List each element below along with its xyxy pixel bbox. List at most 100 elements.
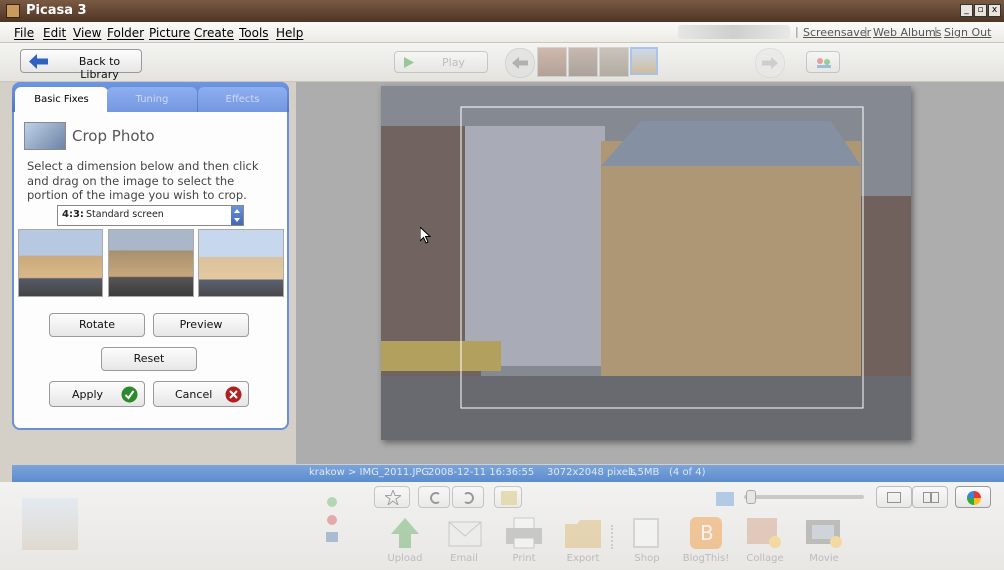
email-icon <box>448 521 482 547</box>
blogthis-button[interactable]: B <box>686 516 726 550</box>
window-title: Picasa 3 <box>26 3 87 18</box>
shop-label: Shop <box>634 553 660 564</box>
photo-info-bar: krakow > IMG_2011.JPG 2008-12-11 16:36:5… <box>12 465 1004 482</box>
screensaver-link[interactable]: Screensaver <box>803 26 871 39</box>
tab-basic-fixes[interactable]: Basic Fixes <box>15 87 108 112</box>
rotate-left-icon <box>430 492 440 504</box>
menu-view[interactable]: View <box>73 26 101 40</box>
shop-button[interactable] <box>627 516 667 550</box>
previous-photo-button[interactable] <box>505 48 535 78</box>
edit-tabs: Basic Fixes Tuning Effects <box>12 82 289 112</box>
next-photo-button[interactable] <box>755 48 785 78</box>
menu-picture[interactable]: Picture <box>149 26 190 40</box>
close-button[interactable]: x <box>988 4 1001 17</box>
crop-preset-thumb-1[interactable] <box>18 229 103 297</box>
upload-label: Upload <box>387 553 423 564</box>
filmstrip-thumb-2[interactable] <box>568 47 598 77</box>
apply-button[interactable]: Apply <box>49 381 145 407</box>
play-icon <box>404 57 414 68</box>
export-button[interactable] <box>563 516 603 550</box>
cancel-x-icon <box>225 386 242 403</box>
crop-title: Crop Photo <box>72 127 155 145</box>
crop-preset-thumb-2[interactable] <box>108 229 194 297</box>
blogger-icon: B <box>690 517 722 549</box>
filmstrip-thumb-3[interactable] <box>599 47 629 77</box>
collage-button[interactable] <box>745 516 785 550</box>
view-compare-button[interactable] <box>912 486 948 508</box>
upload-button[interactable] <box>385 516 425 550</box>
rotate-left-button[interactable] <box>418 486 450 508</box>
thumbnail-size-slider[interactable] <box>744 490 864 504</box>
movie-button[interactable] <box>804 516 844 550</box>
collage-icon <box>747 518 781 548</box>
web-albums-link[interactable]: Web Albums <box>873 26 941 39</box>
movie-film-icon <box>806 520 842 548</box>
tab-effects[interactable]: Effects <box>198 87 287 112</box>
play-button[interactable]: Play <box>394 51 488 73</box>
account-email-redacted <box>678 25 790 39</box>
crop-photo-icon <box>24 122 66 150</box>
tab-tuning[interactable]: Tuning <box>107 87 197 112</box>
back-to-library-button[interactable]: Back to Library <box>20 49 142 81</box>
zoom-photo-icon <box>716 492 734 506</box>
reset-button[interactable]: Reset <box>101 347 197 371</box>
email-button[interactable] <box>445 516 485 550</box>
menu-tools[interactable]: Tools <box>239 26 269 40</box>
photo-position: (4 of 4) <box>669 467 706 478</box>
svg-text:B: B <box>700 521 714 545</box>
rotate-right-icon <box>464 492 474 504</box>
left-arrow-icon <box>512 57 528 69</box>
menu-file[interactable]: File <box>14 26 34 40</box>
filmstrip-thumb-4-selected[interactable] <box>630 47 658 75</box>
caption-button[interactable] <box>494 486 522 508</box>
filmstrip-thumb-1[interactable] <box>537 47 567 77</box>
rotate-people-button[interactable] <box>806 51 840 73</box>
menu-help[interactable]: Help <box>276 26 303 40</box>
tray-divider <box>611 525 616 549</box>
minimize-button[interactable]: _ <box>960 4 973 17</box>
view-single-button[interactable] <box>876 486 912 508</box>
caption-icon <box>501 491 517 505</box>
print-label: Print <box>512 553 536 564</box>
ratio-name: Standard screen <box>86 209 164 220</box>
upload-icon <box>391 518 419 548</box>
tray-hold-buttons[interactable] <box>324 492 340 548</box>
menu-edit[interactable]: Edit <box>43 26 66 40</box>
cancel-label: Cancel <box>175 388 213 401</box>
photo-image <box>381 86 911 440</box>
photo-path: krakow > IMG_2011.JPG <box>309 467 430 478</box>
menu-create[interactable]: Create <box>194 26 234 40</box>
back-arrow-icon <box>29 54 48 69</box>
back-label: Back to Library <box>78 55 121 81</box>
photo-canvas[interactable] <box>381 86 911 440</box>
dropdown-arrows-icon <box>231 206 243 225</box>
shop-book-icon <box>633 518 659 548</box>
crop-preset-thumb-3[interactable] <box>198 229 284 297</box>
title-bar: Picasa 3 _ ▫ x <box>0 0 1004 22</box>
compare-view-icon <box>923 492 939 503</box>
ratio-key: 4:3: <box>62 209 84 220</box>
people-tag-icon <box>817 58 831 68</box>
restore-button[interactable]: ▫ <box>974 4 987 17</box>
sign-out-link[interactable]: Sign Out <box>944 26 991 39</box>
collage-label: Collage <box>746 553 784 564</box>
picasa-logo-icon <box>6 4 20 18</box>
print-button[interactable] <box>504 516 544 550</box>
picasa-web-button[interactable] <box>955 486 991 508</box>
menu-folder[interactable]: Folder <box>107 26 144 40</box>
printer-icon <box>506 517 542 549</box>
slider-thumb[interactable] <box>746 490 756 504</box>
export-label: Export <box>566 553 600 564</box>
play-label: Play <box>442 56 465 69</box>
rotate-right-button[interactable] <box>452 486 484 508</box>
toolbar: Back to Library Play <box>0 43 1004 82</box>
blogthis-label: BlogThis! <box>682 553 730 564</box>
star-button[interactable] <box>374 486 410 508</box>
cancel-button[interactable]: Cancel <box>153 381 249 407</box>
photo-dimensions: 3072x2048 pixels <box>547 467 636 478</box>
selection-tray-thumb <box>22 498 78 550</box>
rotate-button[interactable]: Rotate <box>49 313 145 337</box>
crop-ratio-dropdown[interactable]: 4:3: Standard screen <box>57 205 244 226</box>
preview-button[interactable]: Preview <box>153 313 249 337</box>
checkmark-icon <box>121 386 138 403</box>
